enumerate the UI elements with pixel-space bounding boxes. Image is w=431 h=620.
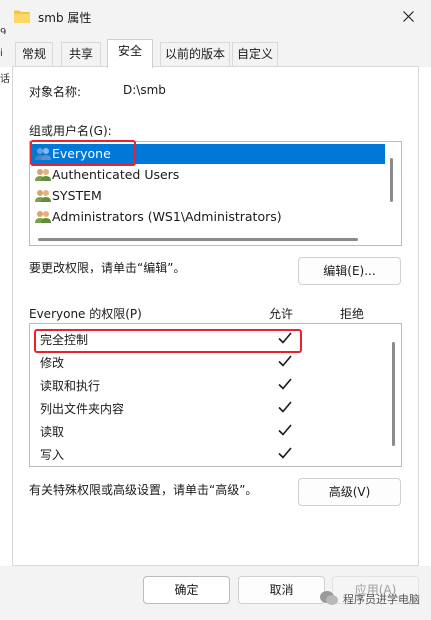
user-group-icon (35, 211, 51, 223)
check-icon (278, 355, 292, 367)
check-icon (278, 401, 292, 413)
tab-security[interactable]: 安全 (107, 39, 153, 68)
list-item-label: Administrators (WS1\Administrators) (52, 209, 282, 224)
permission-label-write: 写入 (40, 448, 65, 462)
list-item-authenticated-users[interactable]: Authenticated Users (30, 165, 385, 185)
close-button[interactable] (387, 0, 431, 34)
advanced-button[interactable]: 高级(V) (298, 478, 401, 506)
check-icon (278, 447, 292, 459)
edge-glyph: 话 (0, 74, 10, 85)
permission-label-read: 读取 (40, 425, 65, 439)
list-item-administrators[interactable]: Administrators (WS1\Administrators) (30, 207, 385, 227)
advanced-hint: 有关特殊权限或高级设置，请单击“高级”。 (29, 483, 258, 497)
list-item-label: SYSTEM (52, 188, 102, 203)
title-bar: smb 属性 9 (0, 0, 431, 38)
check-icon (278, 378, 292, 390)
change-permissions-hint: 要更改权限，请单击“编辑”。 (29, 261, 186, 275)
list-item-label: Authenticated Users (52, 167, 180, 182)
user-list[interactable]: Everyone Authenticated Users SYSTEM Admi… (29, 141, 402, 246)
deny-header: 拒绝 (340, 307, 365, 321)
security-panel: 对象名称: D:\smb 组或用户名(G): Everyone Authenti… (12, 66, 419, 566)
permission-label-modify: 修改 (40, 356, 65, 370)
list-item-system[interactable]: SYSTEM (30, 186, 385, 206)
window-title: smb 属性 (38, 11, 92, 25)
tab-strip: i 话 常规 共享 安全 以前的版本 自定义 (0, 34, 431, 85)
watermark-text: 程序员进学电脑 (343, 593, 420, 606)
tab-sharing[interactable]: 共享 (61, 42, 101, 67)
wechat-icon (320, 591, 338, 605)
cancel-button[interactable]: 取消 (238, 576, 325, 604)
allow-header: 允许 (269, 307, 294, 321)
horizontal-scrollbar[interactable] (38, 238, 358, 241)
close-icon (403, 11, 414, 22)
object-name-value: D:\smb (123, 83, 166, 97)
list-item-everyone[interactable]: Everyone (30, 144, 385, 164)
tab-general[interactable]: 常规 (15, 42, 53, 67)
vertical-scrollbar[interactable] (392, 342, 395, 446)
edge-glyph: i (0, 48, 3, 59)
ok-button[interactable]: 确定 (143, 576, 230, 604)
permission-label-list-folder: 列出文件夹内容 (40, 402, 125, 416)
permissions-title: Everyone 的权限(P) (29, 307, 142, 321)
groups-label: 组或用户名(G): (29, 124, 112, 138)
tab-previous-versions[interactable]: 以前的版本 (160, 42, 230, 67)
watermark: 程序员进学电脑 (319, 590, 427, 608)
object-name-label: 对象名称: (29, 85, 82, 99)
tab-customize[interactable]: 自定义 (232, 42, 278, 67)
permissions-list: 完全控制 修改 读取和执行 列出文件夹内容 读取 写入 (29, 323, 402, 467)
list-item-label: Everyone (52, 146, 111, 161)
check-icon (278, 424, 292, 436)
vertical-scrollbar[interactable] (390, 158, 393, 202)
check-icon (278, 332, 292, 344)
permission-label-read-execute: 读取和执行 (40, 379, 101, 393)
folder-icon (14, 10, 30, 23)
user-group-icon (35, 169, 51, 181)
user-group-icon (35, 190, 51, 202)
edit-button[interactable]: 编辑(E)... (298, 257, 401, 285)
permission-label-full-control: 完全控制 (40, 333, 89, 347)
user-group-icon (35, 148, 51, 160)
